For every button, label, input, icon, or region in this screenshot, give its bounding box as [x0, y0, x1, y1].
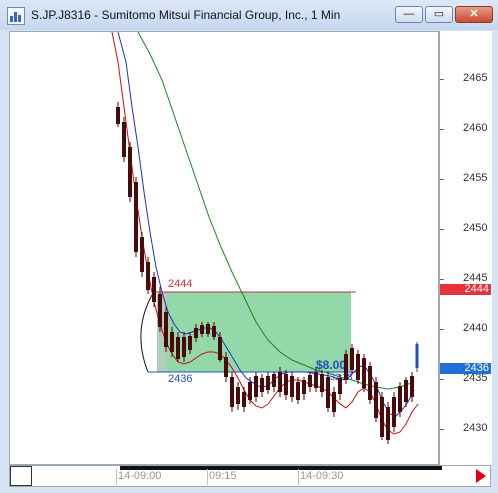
price-tick-mark — [440, 279, 444, 280]
candle-body — [248, 382, 252, 400]
candle-body — [236, 387, 240, 404]
candle-body — [380, 397, 384, 437]
restore-button[interactable]: ▭ — [425, 6, 453, 23]
candle-body — [182, 337, 186, 357]
window-title: S.JP.J8316 - Sumitomo Mitsui Financial G… — [31, 8, 341, 22]
candle-body — [410, 376, 414, 397]
candle-body — [320, 374, 324, 392]
restore-icon: ▭ — [433, 8, 445, 20]
close-icon: ✕ — [469, 8, 479, 20]
candle-body — [386, 407, 390, 440]
candle-body — [140, 237, 144, 272]
candle-body — [314, 372, 318, 388]
candle-body — [404, 380, 408, 402]
candle-body — [158, 294, 162, 327]
bracket-curve — [140, 294, 153, 373]
time-axis[interactable]: 14-09:00 09:15 14-09:30 — [9, 465, 491, 487]
candle-body — [218, 337, 222, 360]
candle-body — [254, 376, 258, 397]
price-tick-label: 2440 — [463, 322, 488, 334]
time-separator — [298, 469, 299, 485]
candlestick-chart[interactable]: 2444 2436 $8.00 32:28 — [10, 31, 438, 464]
candle-body — [356, 354, 360, 380]
price-tick-mark — [440, 329, 444, 330]
time-label: 14-09:00 — [118, 470, 162, 482]
minimize-button[interactable]: — — [395, 6, 423, 23]
upper-level-label: 2444 — [168, 278, 192, 290]
scroll-right-arrow-icon[interactable] — [476, 469, 486, 483]
time-range-bar[interactable] — [120, 466, 442, 470]
candle-body — [188, 336, 192, 350]
price-tick-label: 2430 — [463, 422, 488, 434]
chart-app-icon — [7, 7, 25, 25]
candle-body — [212, 326, 216, 337]
price-tick-label: 2460 — [463, 122, 488, 134]
time-separator — [116, 469, 117, 485]
candle-body — [164, 312, 168, 347]
candle-body — [272, 374, 276, 387]
candle-body — [338, 378, 342, 394]
candle-body — [350, 348, 354, 370]
close-button[interactable]: ✕ — [455, 6, 493, 23]
upper-price-marker[interactable]: 2444 — [440, 284, 491, 295]
candle-body — [302, 380, 306, 394]
candle-body — [266, 376, 270, 390]
candle-body — [344, 354, 348, 380]
price-tick-mark — [440, 129, 444, 130]
difference-label: $8.00 — [316, 358, 346, 372]
price-tick-mark — [440, 79, 444, 80]
time-label: 14-09:30 — [300, 470, 344, 482]
price-tick-label: 2450 — [463, 222, 488, 234]
price-tick-mark — [440, 429, 444, 430]
candle-body — [368, 366, 372, 400]
candle-body — [230, 377, 234, 407]
candle-body — [224, 357, 228, 377]
price-tick-mark — [440, 179, 444, 180]
candle-body — [128, 147, 132, 197]
moving-average-red — [111, 31, 419, 435]
lower-level-label: 2436 — [168, 373, 192, 385]
minimize-icon: — — [403, 8, 415, 20]
lower-price-marker[interactable]: 2436 — [440, 363, 491, 374]
candle-body — [326, 377, 330, 408]
last-candle[interactable] — [415, 342, 419, 372]
candle-body — [116, 107, 120, 124]
candle-body — [170, 332, 174, 352]
candle-body — [296, 382, 300, 400]
title-bar[interactable]: S.JP.J8316 - Sumitomo Mitsui Financial G… — [0, 0, 498, 30]
candle-body — [308, 375, 312, 387]
candle-body — [332, 392, 336, 412]
time-label: 09:15 — [209, 470, 237, 482]
candle-body — [260, 378, 264, 392]
candle-body — [134, 182, 138, 252]
candle-body — [398, 386, 402, 412]
candle-body — [284, 374, 288, 395]
candle-body — [206, 324, 210, 334]
candle-body — [392, 397, 396, 427]
chart-plot-area[interactable]: 2444 2436 $8.00 32:28 — [9, 31, 439, 465]
candle-body — [176, 337, 180, 359]
candle-body — [278, 372, 282, 392]
candle-body — [194, 328, 198, 338]
time-separator — [207, 469, 208, 485]
candle-body — [242, 392, 246, 407]
chart-scroll-box[interactable] — [10, 466, 32, 486]
chart-window: S.JP.J8316 - Sumitomo Mitsui Financial G… — [0, 0, 498, 493]
candle-body — [362, 358, 366, 388]
candles-group[interactable] — [116, 102, 414, 444]
candle-body — [152, 277, 156, 302]
price-tick-label: 2455 — [463, 172, 488, 184]
price-axis[interactable]: 2465 2460 2455 2450 2445 2440 2435 2430 — [439, 31, 492, 465]
price-tick-mark — [440, 229, 444, 230]
candle-body — [122, 122, 126, 157]
candle-body — [200, 325, 204, 334]
price-tick-mark — [440, 379, 444, 380]
candle-body — [290, 376, 294, 397]
price-tick-label: 2465 — [463, 72, 488, 84]
candle-body — [146, 262, 150, 290]
candle-body — [374, 382, 378, 418]
